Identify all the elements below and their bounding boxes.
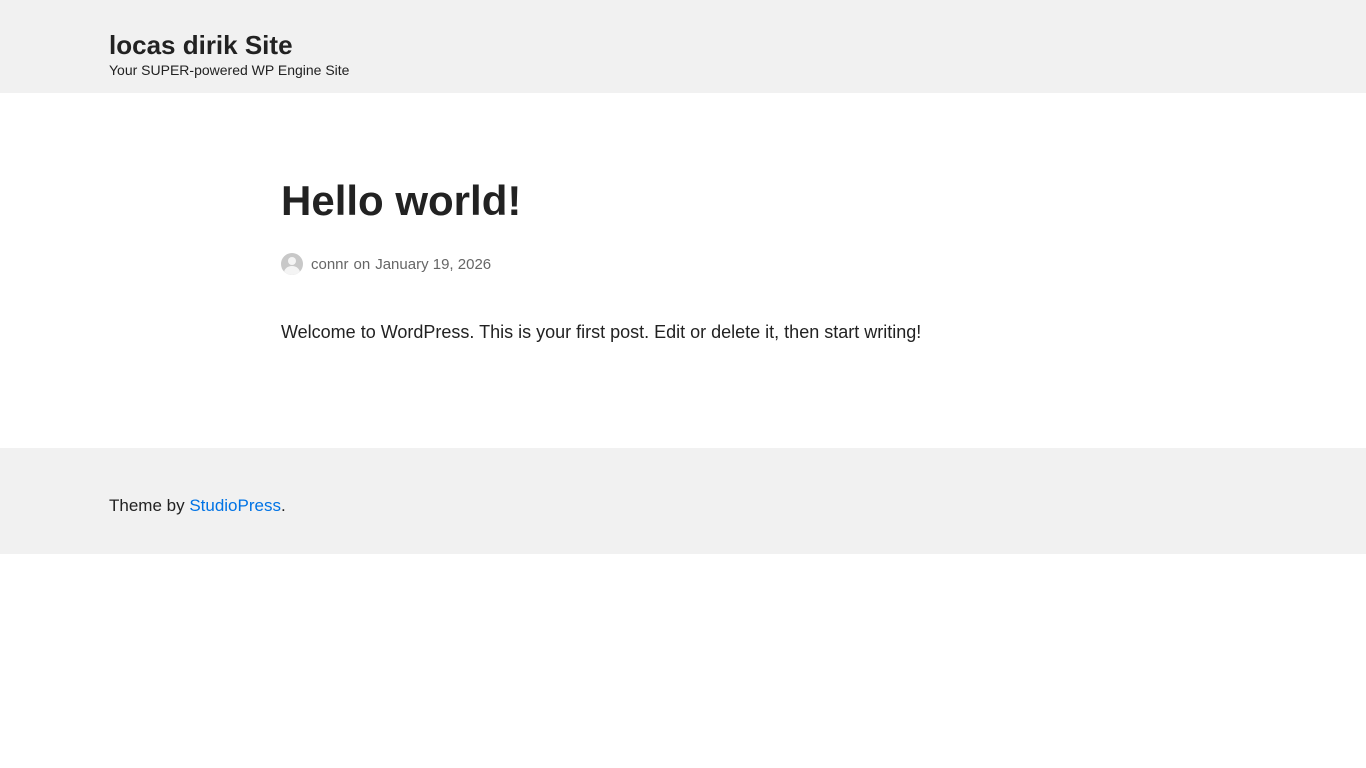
- post-author: connr: [311, 255, 349, 273]
- avatar-icon: [281, 253, 303, 275]
- studiopress-link[interactable]: StudioPress: [189, 496, 281, 515]
- footer-prefix: Theme by: [109, 496, 190, 515]
- avatar-head-shape: [288, 257, 296, 265]
- avatar-shoulders-shape: [284, 266, 300, 275]
- footer-suffix: .: [280, 496, 286, 515]
- footer-credit: Theme by StudioPress.: [109, 496, 286, 516]
- post-meta: connr on January 19, 2026: [281, 253, 491, 275]
- site-title-link[interactable]: locas dirik Site: [109, 29, 293, 61]
- post-date: January 19, 2026: [375, 255, 492, 273]
- post-title: Hello world!: [281, 177, 522, 224]
- post-content: Welcome to WordPress. This is your first…: [281, 322, 922, 342]
- site-tagline: Your SUPER-powered WP Engine Site: [109, 62, 350, 78]
- post-date-prefix: on: [353, 255, 371, 273]
